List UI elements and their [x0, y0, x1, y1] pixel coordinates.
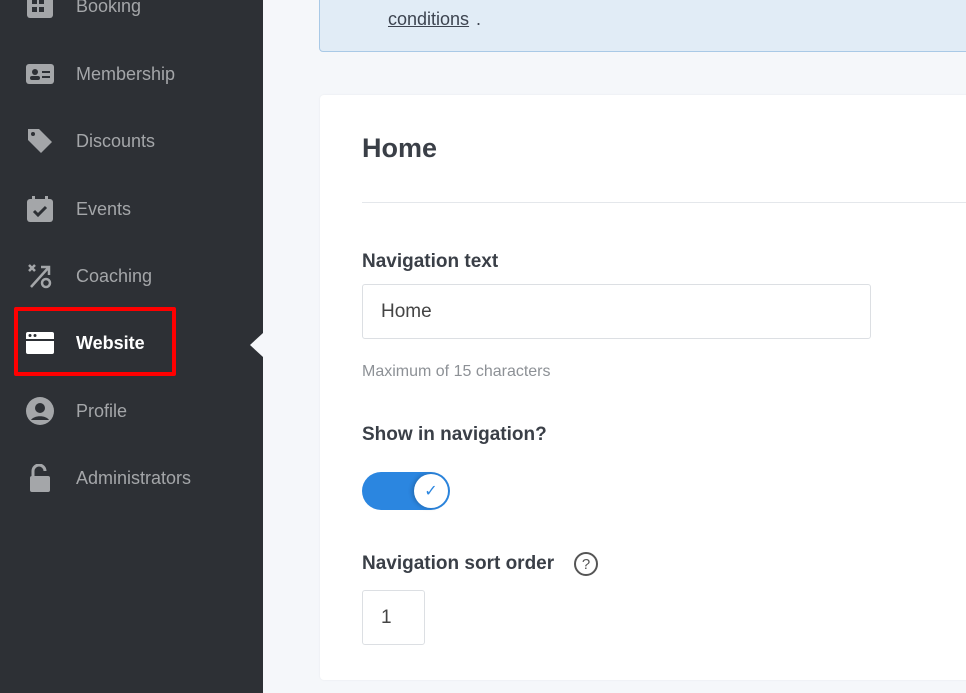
sidebar-item-discounts[interactable]: Discounts	[0, 121, 263, 161]
sidebar-item-label: Profile	[76, 400, 128, 421]
conditions-link-text[interactable]: conditions	[388, 9, 469, 29]
sidebar-item-label: Membership	[76, 63, 176, 84]
navigation-sort-order-input[interactable]: 1	[362, 590, 425, 645]
page-settings-card: Home Navigation text Home Maximum of 15 …	[320, 95, 966, 680]
sidebar-item-coaching[interactable]: Coaching	[0, 256, 263, 296]
sort-order-value: 1	[381, 606, 392, 628]
show-in-navigation-toggle[interactable]: ✓	[362, 472, 450, 510]
sidebar-item-label: Booking	[76, 0, 142, 16]
page-title: Home	[362, 133, 438, 163]
sidebar-item-label: Discounts	[76, 130, 156, 151]
unlock-icon	[26, 464, 54, 492]
navigation-sort-order-label: Navigation sort order	[362, 553, 555, 574]
check-icon: ✓	[414, 474, 448, 508]
help-icon[interactable]: ?	[574, 552, 598, 576]
help-glyph: ?	[581, 555, 591, 573]
sidebar-item-membership[interactable]: Membership	[0, 54, 263, 94]
sidebar-item-administrators[interactable]: Administrators	[0, 458, 263, 498]
coaching-icon	[26, 262, 54, 290]
info-banner: conditions .	[319, 0, 966, 52]
calendar-check-icon	[26, 195, 54, 223]
sidebar-item-events[interactable]: Events	[0, 189, 263, 229]
user-circle-icon	[26, 397, 54, 425]
conditions-link[interactable]: conditions	[388, 9, 469, 30]
navigation-text-value: Home	[381, 300, 432, 322]
navigation-text-input[interactable]: Home	[362, 284, 871, 339]
show-in-navigation-label: Show in navigation?	[362, 424, 547, 445]
sidebar-item-label: Events	[76, 198, 132, 219]
sidebar-item-booking[interactable]: Booking	[0, 0, 263, 26]
sidebar: Booking Membership Discounts Events Coac…	[0, 0, 263, 693]
active-caret	[250, 333, 263, 357]
id-card-icon	[26, 60, 54, 88]
sidebar-item-label: Coaching	[76, 265, 153, 286]
navigation-text-hint: Maximum of 15 characters	[362, 363, 551, 380]
grid-calendar-icon	[26, 0, 54, 20]
sidebar-item-label: Administrators	[76, 467, 192, 488]
info-trailing: .	[476, 9, 482, 29]
navigation-text-label: Navigation text	[362, 251, 499, 272]
tags-icon	[26, 127, 54, 155]
sidebar-item-profile[interactable]: Profile	[0, 391, 263, 431]
annotation-highlight-box	[14, 307, 176, 376]
divider	[362, 202, 966, 203]
